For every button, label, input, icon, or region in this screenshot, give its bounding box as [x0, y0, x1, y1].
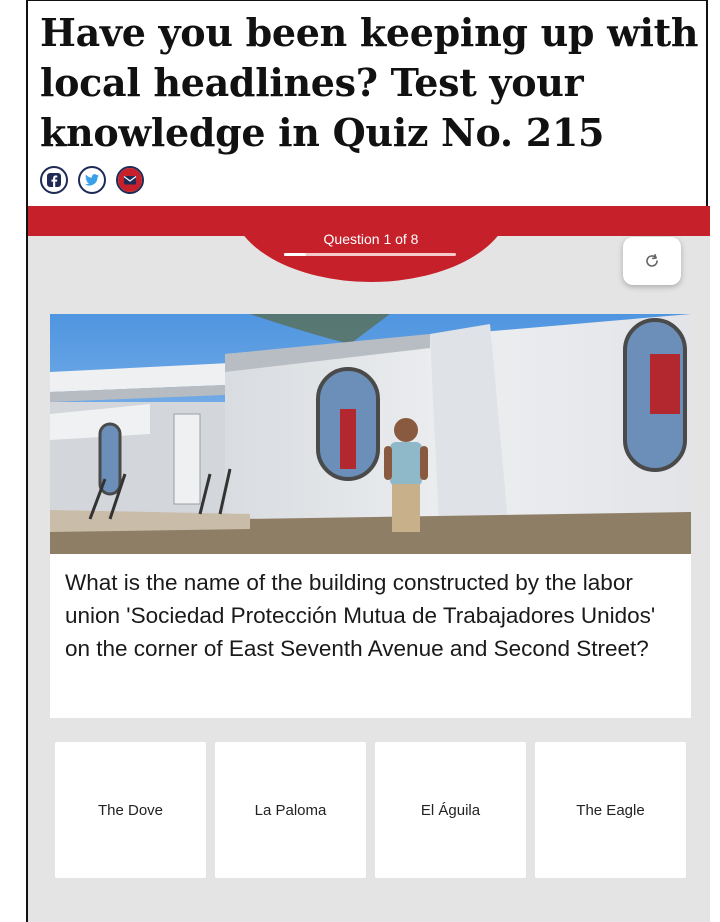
quiz-widget: Question 1 of 8 What is the name of the … [26, 206, 710, 922]
question-photo [50, 314, 691, 554]
question-text: What is the name of the building constru… [65, 570, 656, 661]
answer-option[interactable]: El Águila [375, 742, 526, 878]
refresh-icon [646, 254, 658, 267]
restart-quiz-button[interactable] [623, 237, 681, 285]
email-icon [118, 168, 142, 192]
facebook-icon [47, 173, 61, 187]
building-photo [50, 314, 691, 554]
answer-option[interactable]: La Paloma [215, 742, 366, 878]
share-buttons [40, 166, 144, 194]
answer-option[interactable]: The Dove [55, 742, 206, 878]
answer-option[interactable]: The Eagle [535, 742, 686, 878]
progress-label: Question 1 of 8 [323, 231, 419, 247]
article-title: Have you been keeping up with local head… [40, 10, 699, 155]
answer-options: The Dove La Paloma El Águila The Eagle [55, 742, 686, 878]
question-card: What is the name of the building constru… [50, 314, 691, 718]
email-share-button[interactable] [116, 166, 144, 194]
progress-bar [284, 253, 456, 256]
progress-bar-fill [284, 253, 306, 256]
facebook-share-button[interactable] [40, 166, 68, 194]
twitter-share-button[interactable] [78, 166, 106, 194]
twitter-icon [85, 174, 99, 186]
